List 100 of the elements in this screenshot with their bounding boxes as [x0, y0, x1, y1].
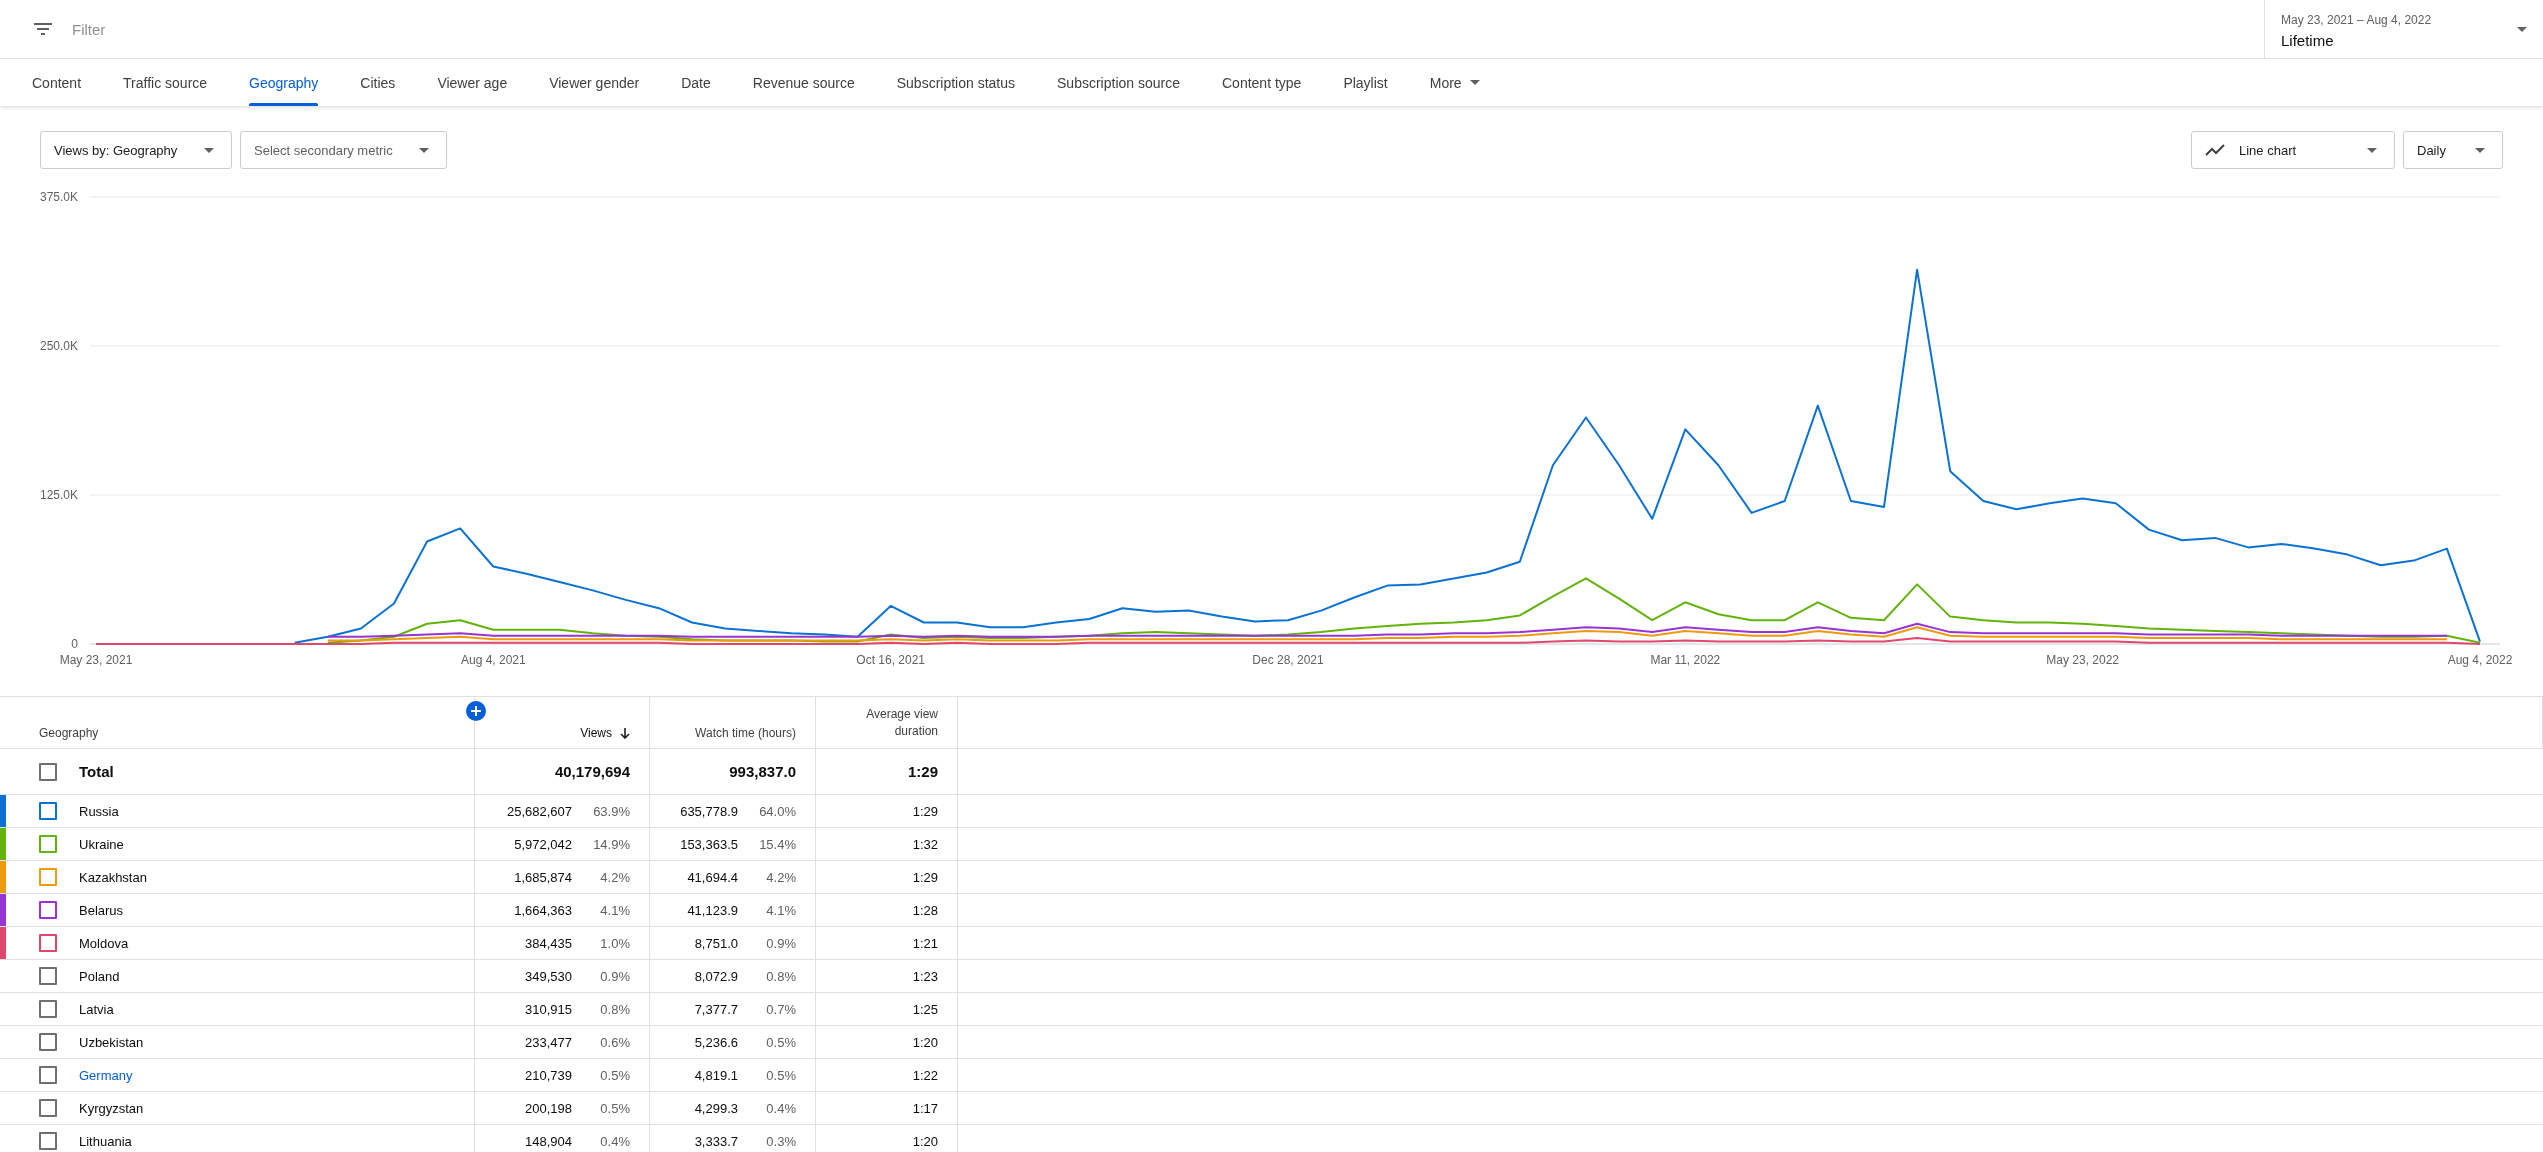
checkbox[interactable]: [39, 901, 57, 919]
secondary-metric-dropdown[interactable]: Select secondary metric: [240, 131, 447, 169]
chart-type-dropdown[interactable]: Line chart: [2191, 131, 2395, 169]
axis-label: May 23, 2021: [59, 653, 133, 667]
views-count: 233,477: [525, 1034, 572, 1050]
views-share: 63.9%: [592, 803, 630, 819]
views-share: 0.5%: [599, 1067, 630, 1083]
average-duration: 1:22: [912, 1067, 938, 1083]
checkbox[interactable]: [39, 1132, 57, 1150]
tab[interactable]: Content: [11, 59, 103, 106]
metric-dropdown[interactable]: Views by: Geography: [40, 131, 232, 169]
country-name: Uzbekistan: [79, 1034, 144, 1050]
average-duration: 1:29: [912, 803, 938, 819]
dropdown-caret-icon: [2517, 26, 2527, 32]
views-count: 349,530: [525, 968, 572, 984]
checkbox[interactable]: [39, 1066, 57, 1084]
column-header[interactable]: Watch time (hours): [695, 726, 796, 740]
tab[interactable]: Revenue source: [731, 59, 876, 106]
tab[interactable]: Subscription status: [875, 59, 1037, 106]
views-count: 5,972,042: [514, 836, 572, 852]
country-name[interactable]: Germany: [79, 1067, 133, 1083]
checkbox[interactable]: [39, 802, 57, 820]
tab[interactable]: Viewer gender: [528, 59, 661, 106]
more-menu-tab[interactable]: More: [1408, 59, 1501, 106]
axis-label: Dec 28, 2021: [1252, 653, 1324, 667]
filter-icon[interactable]: [34, 23, 52, 35]
caret-icon: [2367, 147, 2377, 153]
checkbox[interactable]: [39, 967, 57, 985]
column-header[interactable]: Geography: [39, 726, 99, 740]
average-duration: 1:32: [912, 836, 938, 852]
country-name: Belarus: [79, 902, 124, 918]
total-watch-time: 993,837.0: [729, 763, 796, 780]
country-name: Ukraine: [79, 836, 124, 852]
average-duration: 1:23: [912, 968, 938, 984]
checkbox[interactable]: [39, 934, 57, 952]
tab[interactable]: Date: [660, 59, 732, 106]
date-range-picker[interactable]: May 23, 2021 – Aug 4, 2022 Lifetime: [2264, 0, 2543, 58]
watch-time: 4,819.1: [694, 1067, 738, 1083]
axis-label: 125.0K: [39, 488, 78, 502]
axis-label: Aug 4, 2021: [460, 653, 526, 667]
caret-icon: [1469, 80, 1480, 85]
checkbox[interactable]: [39, 1099, 57, 1117]
country-name: Lithuania: [79, 1133, 132, 1149]
watch-time-share: 4.1%: [765, 902, 796, 918]
axis-label: 0: [71, 637, 78, 651]
views-share: 4.2%: [599, 869, 630, 885]
checkbox[interactable]: [39, 762, 57, 781]
column-header[interactable]: Views: [580, 726, 630, 740]
watch-time: 635,778.9: [680, 803, 738, 819]
checkbox[interactable]: [39, 1033, 57, 1051]
line-series: [326, 577, 2481, 644]
caret-icon: [419, 147, 429, 153]
add-column-icon[interactable]: [466, 701, 486, 721]
country-name: Moldova: [79, 935, 129, 951]
country-name: Kazakhstan: [79, 869, 147, 885]
sort-arrow-icon[interactable]: [620, 727, 630, 739]
axis-label: May 23, 2022: [2046, 653, 2120, 667]
caret-icon: [204, 147, 214, 153]
tab[interactable]: Traffic source: [102, 59, 229, 106]
views-count: 25,682,607: [506, 803, 572, 819]
checkbox[interactable]: [39, 1000, 57, 1018]
line-chart-icon: [2205, 144, 2225, 156]
views-share: 0.8%: [599, 1001, 630, 1017]
average-duration: 1:25: [912, 1001, 938, 1017]
country-name: Kyrgyzstan: [79, 1100, 144, 1116]
average-duration: 1:21: [912, 935, 938, 951]
tab[interactable]: Subscription source: [1036, 59, 1201, 106]
views-count: 310,915: [525, 1001, 572, 1017]
watch-time-share: 0.8%: [765, 968, 796, 984]
checkbox[interactable]: [39, 868, 57, 886]
watch-time-share: 0.5%: [765, 1034, 796, 1050]
tab[interactable]: Cities: [339, 59, 417, 106]
tab[interactable]: Playlist: [1322, 59, 1409, 106]
caret-icon: [2475, 147, 2485, 153]
country-name: Latvia: [79, 1001, 114, 1017]
axis-label: Oct 16, 2021: [856, 653, 926, 667]
views-share: 14.9%: [592, 836, 630, 852]
line-series: [326, 622, 2448, 638]
average-duration: 1:20: [912, 1034, 938, 1050]
column-header[interactable]: Average view duration: [848, 706, 938, 740]
total-views: 40,179,694: [554, 763, 630, 780]
watch-time: 3,333.7: [694, 1133, 738, 1149]
views-share: 0.6%: [599, 1034, 630, 1050]
views-share: 0.5%: [599, 1100, 630, 1116]
watch-time-share: 0.4%: [765, 1100, 796, 1116]
watch-time-share: 0.3%: [765, 1133, 796, 1149]
checkbox[interactable]: [39, 835, 57, 853]
watch-time: 153,363.5: [680, 836, 738, 852]
watch-time-share: 0.5%: [765, 1067, 796, 1083]
tab[interactable]: Viewer age: [416, 59, 529, 106]
views-count: 384,435: [525, 935, 572, 951]
tab[interactable]: Content type: [1201, 59, 1323, 106]
average-duration: 1:28: [912, 902, 938, 918]
watch-time-share: 0.9%: [765, 935, 796, 951]
tab[interactable]: Geography: [228, 59, 340, 106]
views-share: 1.0%: [599, 935, 630, 951]
watch-time: 8,072.9: [694, 968, 738, 984]
watch-time-share: 64.0%: [758, 803, 796, 819]
interval-dropdown[interactable]: Daily: [2403, 131, 2503, 169]
axis-label: 250.0K: [39, 339, 78, 353]
